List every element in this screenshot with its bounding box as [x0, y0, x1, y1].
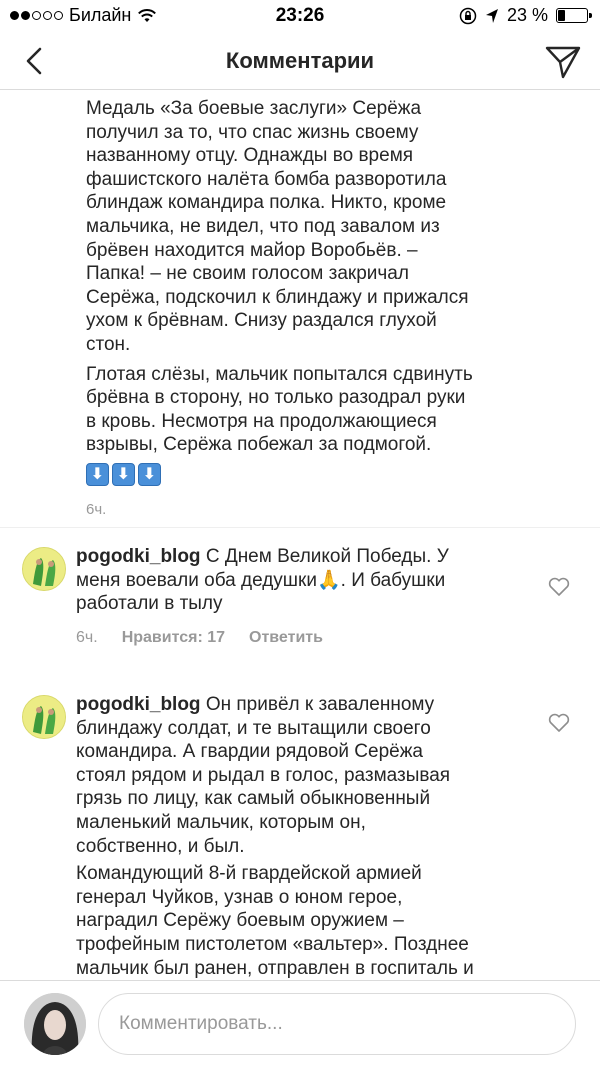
- comments-list[interactable]: Медаль «За боевые заслуги» Серёжа получи…: [0, 91, 600, 980]
- comment-paragraph: Командующий 8-й гвардейской армией генер…: [76, 863, 474, 979]
- comment-username[interactable]: pogodki_blog: [76, 694, 201, 715]
- reply-link[interactable]: Ответить: [249, 626, 323, 650]
- user-avatar: [24, 993, 86, 1055]
- comment-composer: [0, 980, 600, 1066]
- comment-body: pogodki_blog С Днем Великой Победы. У ме…: [76, 545, 536, 649]
- continued-comment: Медаль «За боевые заслуги» Серёжа получи…: [86, 97, 536, 522]
- avatar[interactable]: [22, 695, 66, 739]
- comment-body: pogodki_blog Он привёл к заваленному бли…: [76, 693, 536, 980]
- direct-send-icon[interactable]: [544, 44, 582, 80]
- comment-time: 6ч.: [86, 500, 107, 518]
- page-title: Комментарии: [225, 48, 375, 73]
- comment-time: 6ч.: [76, 628, 98, 646]
- comment-paragraph: Глотая слёзы, мальчик попытался сдвинуть…: [86, 363, 473, 456]
- likes-count-link[interactable]: Нравится: 17: [122, 626, 225, 650]
- comment-username[interactable]: pogodki_blog: [76, 546, 201, 567]
- comment-paragraph: Медаль «За боевые заслуги» Серёжа получи…: [86, 98, 469, 355]
- comment-text: Он привёл к заваленному блиндажу солдат,…: [76, 694, 451, 857]
- comment-meta: 6ч. Нравится: 17 Ответить: [76, 626, 536, 650]
- heart-icon[interactable]: [548, 713, 570, 733]
- divider: [0, 527, 600, 528]
- battery-fill: [558, 10, 565, 21]
- down-arrow-emoji-icon: ⬇: [138, 462, 161, 486]
- down-arrow-emoji-icon: ⬇: [112, 462, 135, 486]
- orientation-lock-icon: [459, 7, 477, 24]
- comment-input[interactable]: [98, 993, 576, 1055]
- battery-icon: [556, 8, 592, 23]
- avatar[interactable]: [22, 547, 66, 591]
- down-arrow-emoji-icon: ⬇: [86, 462, 109, 486]
- emoji-row: ⬇ ⬇ ⬇: [86, 462, 536, 486]
- location-arrow-icon: [485, 8, 498, 23]
- status-bar: Билайн 23:26 23 %: [0, 0, 600, 32]
- battery-percent: 23 %: [506, 5, 548, 25]
- header: Комментарии: [0, 32, 600, 90]
- status-right: 23 %: [459, 5, 592, 26]
- heart-icon[interactable]: [548, 577, 570, 597]
